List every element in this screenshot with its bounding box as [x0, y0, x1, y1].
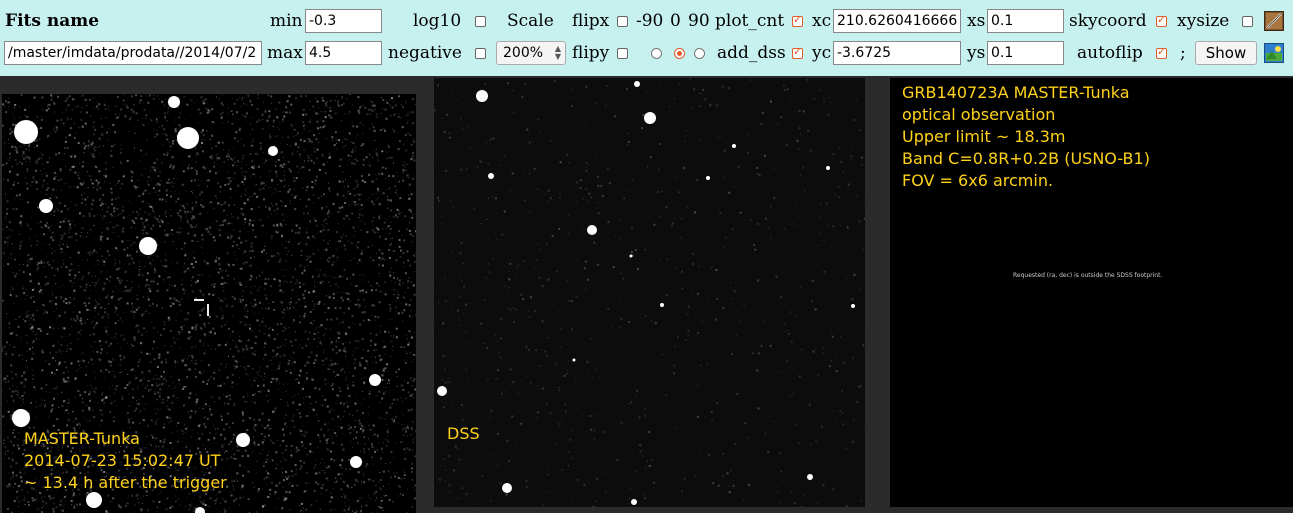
scale-label: Scale [507, 11, 554, 31]
star-12 [851, 304, 855, 308]
star-10 [86, 492, 102, 508]
autoflip-checkbox[interactable] [1156, 45, 1167, 59]
negative-checkbox[interactable] [475, 48, 486, 59]
skycoord-label: skycoord [1069, 11, 1147, 31]
star-2 [634, 81, 640, 87]
fits-path-input[interactable]: /master/imdata/prodata//2014/07/2 [4, 41, 262, 65]
info-observation-type: optical observation [902, 105, 1056, 124]
plot-cnt-checkbox[interactable] [792, 13, 803, 27]
star-5 [732, 144, 736, 148]
ys-label: ys [967, 43, 986, 63]
star-0 [14, 120, 38, 144]
add-dss-checkbox[interactable] [792, 45, 803, 59]
min-input[interactable]: -0.3 [305, 9, 382, 33]
observation-info-panel: GRB140723A MASTER-Tunka optical observat… [890, 78, 1293, 507]
scale-select-value: 200% [503, 45, 544, 61]
star-4 [139, 237, 157, 255]
target-marker-horizontal [194, 299, 204, 301]
master-caption-telescope: MASTER-Tunka [24, 429, 140, 448]
ys-input[interactable]: 0.1 [987, 41, 1064, 65]
rotation-minus90-label: -90 [636, 11, 664, 31]
log10-checkbox[interactable] [475, 16, 486, 27]
yc-input[interactable]: -3.6725 [833, 41, 961, 65]
star-10 [706, 176, 710, 180]
xc-input[interactable]: 210.6260416666 [833, 9, 961, 33]
star-0 [476, 90, 488, 102]
skycoord-checkbox[interactable] [1156, 13, 1167, 27]
image-viewer-icon[interactable] [1264, 43, 1284, 63]
max-label: max [267, 43, 303, 63]
xysize-checkbox[interactable] [1242, 16, 1253, 27]
star-1 [644, 112, 656, 124]
xysize-label: xysize [1177, 11, 1230, 31]
sdss-footprint-note: Requested (ra, dec) is outside the SDSS … [1013, 272, 1163, 279]
flipx-checkbox[interactable] [617, 16, 628, 27]
star-3 [39, 199, 53, 213]
fits-name-label: Fits name [5, 11, 100, 31]
star-6 [369, 374, 381, 386]
flipy-label: flipy [572, 43, 610, 63]
scale-select[interactable]: 200% ▲ ▼ [496, 41, 566, 65]
star-13 [660, 303, 664, 307]
info-upper-limit: Upper limit ~ 18.3m [902, 127, 1066, 146]
master-caption-delay: ~ 13.4 h after the trigger [24, 473, 227, 492]
target-marker-vertical [207, 304, 209, 316]
show-button[interactable]: Show [1195, 41, 1257, 65]
xc-label: xc [812, 11, 832, 31]
edit-image-icon[interactable] [1264, 11, 1284, 31]
rotation-0-label: 0 [670, 11, 681, 31]
yc-label: yc [812, 43, 832, 63]
plot-cnt-label: plot_cnt [715, 11, 785, 31]
dss-image-panel[interactable]: DSS [434, 78, 865, 507]
rotation-90-radio[interactable] [694, 48, 705, 59]
info-band: Band C=0.8R+0.2B (USNO-B1) [902, 149, 1150, 168]
info-fov: FOV = 6x6 arcmin. [902, 171, 1054, 190]
noise-layer [434, 78, 865, 507]
rotation-90-label: 90 [688, 11, 710, 31]
separator-semicolon: ; [1180, 43, 1186, 63]
star-7 [807, 474, 813, 480]
control-toolbar: Fits name min -0.3 log10 Scale flipx -90… [0, 0, 1293, 76]
info-grb-title: GRB140723A MASTER-Tunka [902, 83, 1130, 102]
dss-caption: DSS [447, 424, 480, 443]
dss-star-field [434, 78, 865, 507]
xs-input[interactable]: 0.1 [987, 9, 1064, 33]
star-8 [236, 433, 250, 447]
master-caption-timestamp: 2014-07-23 15:02:47 UT [24, 451, 221, 470]
rotation-minus90-radio[interactable] [651, 48, 662, 59]
star-11 [826, 166, 830, 170]
star-9 [350, 456, 362, 468]
log10-label: log10 [413, 11, 462, 31]
negative-label: negative [388, 43, 462, 63]
rotation-0-radio[interactable] [674, 48, 685, 59]
star-14 [629, 254, 633, 258]
star-4 [587, 225, 597, 235]
flipx-label: flipx [572, 11, 610, 31]
add-dss-label: add_dss [717, 43, 786, 63]
select-arrows-icon: ▲ ▼ [554, 44, 561, 61]
star-1 [177, 127, 199, 149]
master-image-panel[interactable]: MASTER-Tunka 2014-07-23 15:02:47 UT ~ 13… [2, 94, 416, 513]
star-5 [268, 146, 278, 156]
min-label: min [270, 11, 303, 31]
star-15 [572, 358, 576, 362]
star-2 [168, 96, 180, 108]
xs-label: xs [967, 11, 986, 31]
star-3 [488, 173, 494, 179]
flipy-checkbox[interactable] [617, 48, 628, 59]
autoflip-label: autoflip [1077, 43, 1143, 63]
star-7 [12, 409, 30, 427]
max-input[interactable]: 4.5 [305, 41, 382, 65]
star-6 [437, 386, 447, 396]
star-8 [502, 483, 512, 493]
star-9 [631, 499, 637, 505]
